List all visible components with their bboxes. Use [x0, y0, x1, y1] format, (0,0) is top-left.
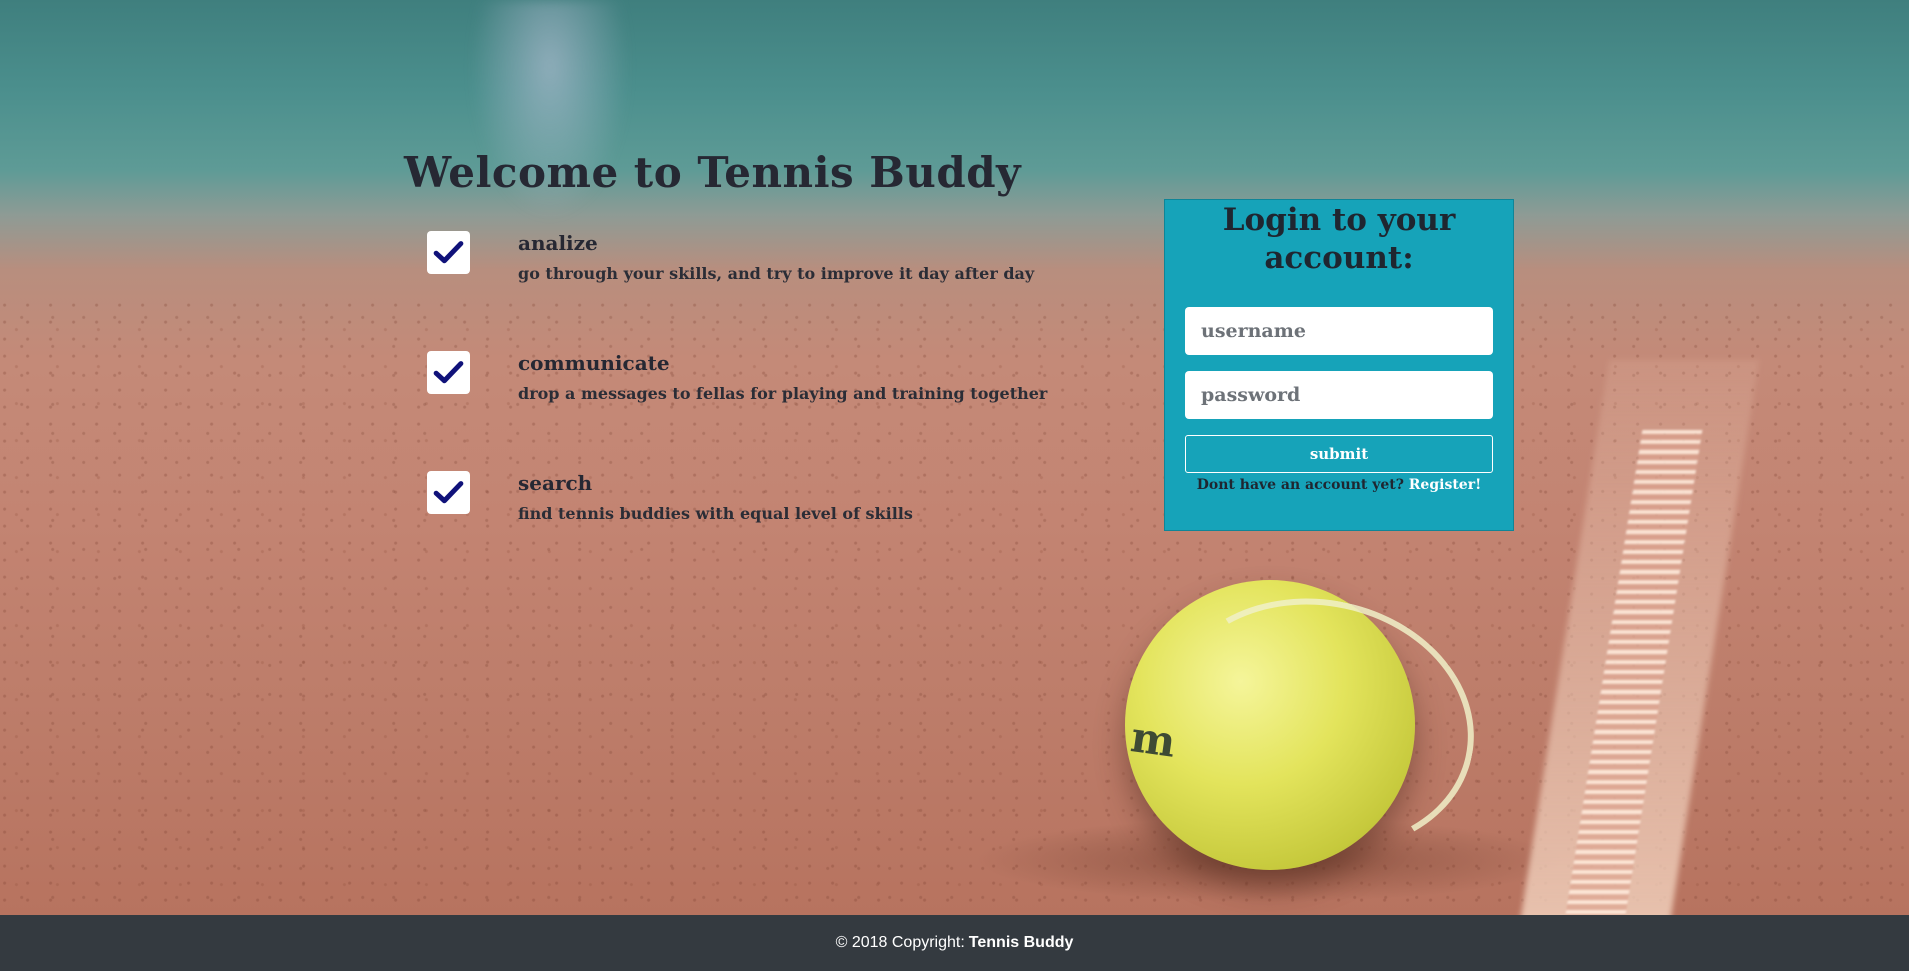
footer: © 2018 Copyright: Tennis Buddy — [0, 915, 1909, 971]
login-form: Login to your account: submit Dont have … — [1164, 199, 1514, 531]
tennis-ball-image: m — [1125, 570, 1498, 880]
footer-brand: Tennis Buddy — [968, 934, 1074, 951]
register-prompt-text: Dont have an account yet? — [1196, 477, 1404, 493]
footer-copyright: © 2018 Copyright: — [835, 934, 965, 951]
register-prompt: Dont have an account yet? Register! — [1185, 477, 1493, 493]
feature-title: search — [518, 471, 593, 495]
username-input[interactable] — [1185, 307, 1493, 355]
feature-analize: analize go through your skills, and try … — [427, 231, 1147, 291]
welcome-brand: Tennis Buddy — [697, 148, 1021, 197]
password-input[interactable] — [1185, 371, 1493, 419]
feature-search: search find tennis buddies with equal le… — [427, 471, 1147, 531]
feature-title: communicate — [518, 351, 670, 375]
welcome-prefix: Welcome to — [404, 148, 683, 197]
submit-button[interactable]: submit — [1185, 435, 1493, 473]
login-heading: Login to your account: — [1222, 202, 1456, 276]
feature-description: drop a messages to fellas for playing an… — [518, 384, 1048, 403]
checkmark-icon — [427, 351, 470, 394]
feature-communicate: communicate drop a messages to fellas fo… — [427, 351, 1147, 411]
checkmark-icon — [427, 231, 470, 274]
checkmark-icon — [427, 471, 470, 514]
page-title: Welcome to Tennis Buddy — [404, 148, 1021, 197]
background-image: m — [0, 0, 1909, 915]
register-link[interactable]: Register! — [1409, 477, 1481, 493]
feature-description: find tennis buddies with equal level of … — [518, 504, 913, 523]
feature-title: analize — [518, 231, 598, 255]
feature-description: go through your skills, and try to impro… — [518, 264, 1035, 283]
